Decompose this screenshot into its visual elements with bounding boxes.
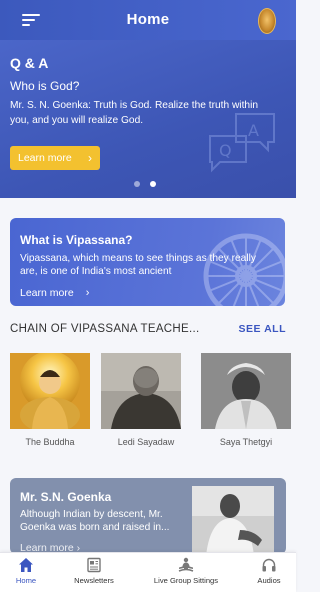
nav-home[interactable]: Home (8, 557, 44, 585)
svg-text:Q: Q (219, 141, 232, 160)
learn-more-label: Learn more (18, 152, 72, 164)
what-is-vipassana-card[interactable]: What is Vipassana? Vipassana, which mean… (10, 218, 285, 306)
nav-label: Live Group Sittings (153, 576, 219, 585)
teacher-card-ledi-sayadaw[interactable]: Ledi Sayadaw (101, 353, 181, 447)
headphones-icon (262, 558, 276, 572)
goenka-text: Although Indian by descent, Mr. Goenka w… (20, 509, 170, 533)
page-title: Home (126, 11, 170, 28)
teacher-card-saya-thetgyi[interactable]: Saya Thetgyi (201, 353, 291, 447)
buddha-image (10, 353, 90, 429)
app-header: Home (0, 0, 296, 40)
chevron-right-icon: › (88, 151, 92, 165)
vipassana-learn-more-label: Learn more (20, 287, 74, 299)
carousel-dot-active[interactable] (150, 181, 156, 187)
avatar[interactable] (258, 8, 276, 34)
carousel-dot[interactable] (134, 181, 140, 187)
chain-section-title: CHAIN OF VIPASSANA TEACHE... (10, 323, 200, 335)
teacher-name: The Buddha (25, 437, 75, 447)
qa-carousel[interactable]: Q A Q & A Who is God? Mr. S. N. Goenka: … (0, 40, 296, 198)
nav-label: Audios (257, 576, 281, 585)
saya-thetgyi-image (201, 353, 291, 429)
newsletter-icon (87, 557, 101, 573)
ledi-sayadaw-image (101, 353, 181, 429)
nav-live-group-sittings[interactable]: Live Group Sittings (146, 557, 226, 585)
carousel-dots (134, 174, 166, 192)
bottom-navigation: Home Newsletters Live Group Sittings Aud… (0, 552, 296, 592)
goenka-photo (192, 486, 274, 554)
teacher-name: Saya Thetgyi (219, 437, 273, 447)
nav-label: Newsletters (74, 576, 114, 585)
teacher-card-buddha[interactable]: The Buddha (10, 353, 90, 447)
vipassana-text: Vipassana, which means to see things as … (20, 253, 256, 277)
nav-audios[interactable]: Audios (252, 557, 286, 585)
vipassana-learn-more-link[interactable]: Learn more › (20, 287, 89, 299)
home-icon (19, 558, 33, 572)
nav-label: Home (15, 576, 37, 585)
nav-newsletters[interactable]: Newsletters (68, 557, 120, 585)
qa-heading: Q & A (10, 55, 49, 71)
qa-answer: Mr. S. N. Goenka: Truth is God. Realize … (10, 100, 259, 126)
goenka-card[interactable]: Mr. S.N. Goenka Although Indian by desce… (10, 478, 286, 554)
chevron-right-icon: › (85, 287, 90, 299)
qa-question: Who is God? (10, 79, 80, 93)
vipassana-title: What is Vipassana? (20, 233, 133, 247)
teacher-name: Ledi Sayadaw (117, 437, 175, 447)
learn-more-button[interactable]: Learn more › (10, 146, 100, 170)
see-all-button[interactable]: SEE ALL (239, 323, 286, 335)
goenka-title: Mr. S.N. Goenka (20, 490, 112, 504)
meditation-icon (178, 557, 194, 572)
